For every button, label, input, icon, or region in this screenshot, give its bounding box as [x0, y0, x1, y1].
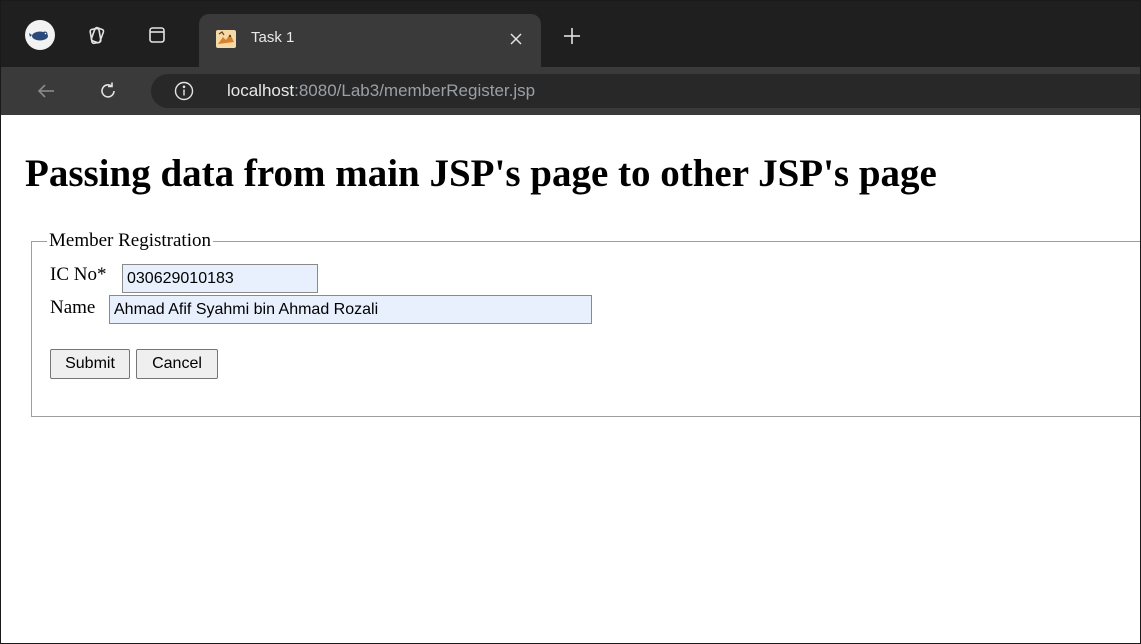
page-title: Passing data from main JSP's page to oth…	[25, 152, 937, 195]
name-label: Name	[50, 297, 96, 318]
member-registration-fieldset: Member Registration IC No* Name Submit C…	[31, 230, 1140, 417]
browser-window: Task 1 localhost:8080/Lab3/memberRegiste…	[0, 0, 1141, 644]
address-bar[interactable]: localhost:8080/Lab3/memberRegister.jsp	[151, 74, 1140, 108]
submit-button[interactable]: Submit	[50, 349, 130, 379]
profile-avatar-icon[interactable]	[25, 20, 55, 50]
reload-icon[interactable]	[93, 76, 123, 106]
cancel-button[interactable]: Cancel	[136, 349, 218, 379]
info-icon[interactable]	[173, 80, 195, 102]
tab-title: Task 1	[251, 29, 295, 46]
url-text: localhost:8080/Lab3/memberRegister.jsp	[227, 81, 535, 101]
back-arrow-icon[interactable]	[31, 76, 61, 106]
fieldset-legend: Member Registration	[47, 230, 213, 252]
url-host: localhost	[227, 81, 295, 100]
active-tab[interactable]: Task 1	[199, 14, 541, 67]
ic-no-input[interactable]	[122, 264, 318, 293]
name-input[interactable]	[109, 295, 592, 324]
browser-toolbar: localhost:8080/Lab3/memberRegister.jsp	[1, 67, 1140, 115]
page-content: Passing data from main JSP's page to oth…	[1, 115, 1140, 643]
url-path: :8080/Lab3/memberRegister.jsp	[294, 81, 536, 100]
close-icon[interactable]	[503, 26, 529, 52]
workspaces-icon[interactable]	[85, 23, 109, 47]
tomcat-favicon-icon	[215, 28, 237, 50]
plus-icon[interactable]	[557, 21, 587, 51]
tab-actions-icon[interactable]	[145, 23, 169, 47]
ic-no-label: IC No*	[50, 264, 107, 285]
tab-strip: Task 1	[1, 1, 1140, 67]
